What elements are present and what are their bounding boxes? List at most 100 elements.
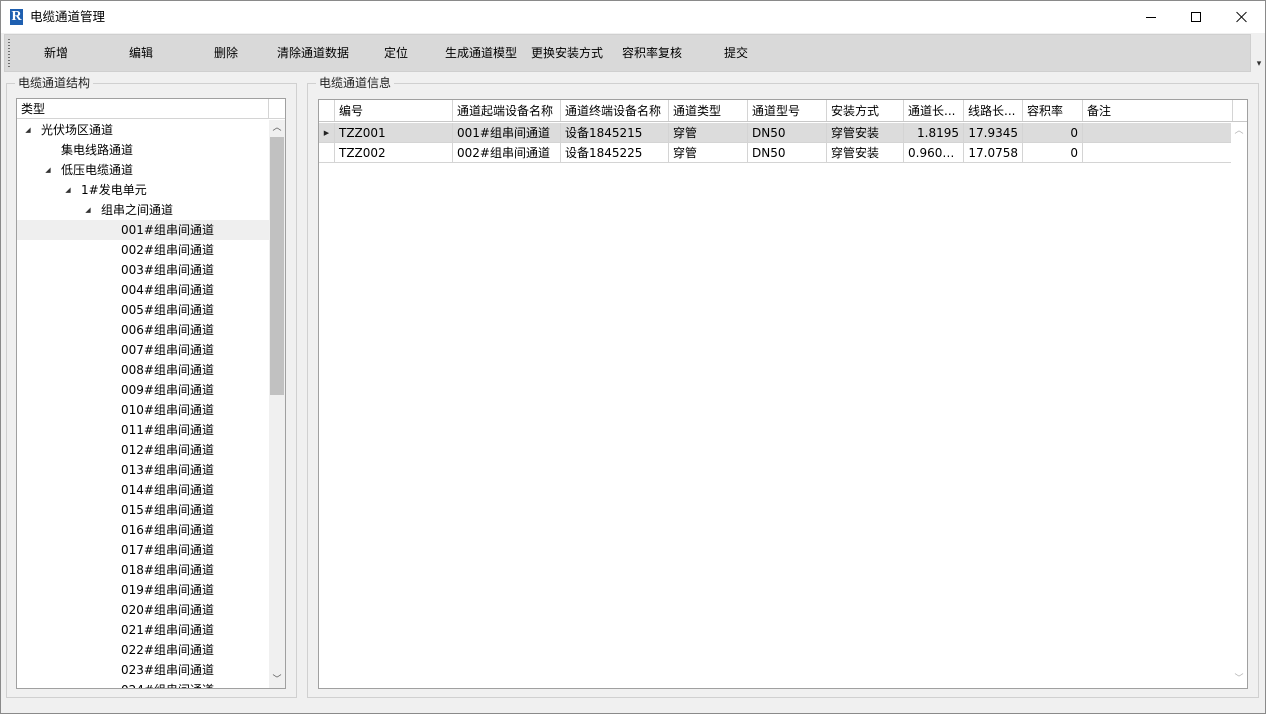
tree-node[interactable]: 021#组串间通道	[17, 620, 269, 640]
edit-button[interactable]: 编辑	[127, 44, 155, 62]
tree-node[interactable]: 014#组串间通道	[17, 480, 269, 500]
tree-node-label: 光伏场区通道	[41, 123, 114, 137]
col-channel-type-header[interactable]: 通道类型	[669, 100, 748, 121]
col-install-method-cell[interactable]: 穿管安装	[827, 143, 904, 162]
col-id-cell[interactable]: TZZ002	[335, 143, 453, 162]
col-id-header[interactable]: 编号	[335, 100, 453, 121]
clear-channel-data-button[interactable]: 清除通道数据	[277, 44, 349, 62]
col-channel-model-header[interactable]: 通道型号	[748, 100, 827, 121]
current-row-icon[interactable]: ▶	[319, 123, 335, 142]
col-id-cell[interactable]: TZZ001	[335, 123, 453, 142]
fill-ratio-review-button[interactable]: 容积率复核	[622, 44, 682, 62]
col-channel-type-cell[interactable]: 穿管	[669, 123, 748, 142]
tree-node[interactable]: 005#组串间通道	[17, 300, 269, 320]
tree-node[interactable]: 011#组串间通道	[17, 420, 269, 440]
close-button[interactable]	[1219, 1, 1265, 33]
tree-node[interactable]: 023#组串间通道	[17, 660, 269, 680]
delete-button[interactable]: 删除	[212, 44, 240, 62]
cable-channel-window: R 电缆通道管理 新增 编辑 删除 清除通道数据 定位 生成通道模型 更换安装方…	[0, 0, 1266, 714]
tree-node[interactable]: ◢ 组串之间通道	[17, 200, 269, 220]
toolbar-grip-icon[interactable]	[8, 39, 10, 67]
expand-arrow-icon[interactable]: ◢	[83, 200, 93, 220]
col-end-device-cell[interactable]: 设备1845215	[561, 123, 669, 142]
col-channel-model-cell[interactable]: DN50	[748, 123, 827, 142]
grid-scrollbar[interactable]: ︿ ﹀	[1231, 123, 1247, 688]
tree-node-label: 019#组串间通道	[121, 583, 214, 597]
col-fill-ratio-header[interactable]: 容积率	[1023, 100, 1083, 121]
change-install-method-button[interactable]: 更换安装方式	[531, 44, 603, 62]
revit-app-icon: R	[10, 9, 23, 25]
col-channel-length-header[interactable]: 通道长...	[904, 100, 964, 121]
tree-node[interactable]: 集电线路通道	[17, 140, 269, 160]
col-line-length-cell[interactable]: 17.0758	[964, 143, 1023, 162]
col-install-method-cell[interactable]: 穿管安装	[827, 123, 904, 142]
tree-node[interactable]: 015#组串间通道	[17, 500, 269, 520]
expand-arrow-icon[interactable]: ◢	[63, 180, 73, 200]
col-fill-ratio-cell[interactable]: 0	[1023, 123, 1083, 142]
tree-node[interactable]: ◢ 低压电缆通道	[17, 160, 269, 180]
locate-button[interactable]: 定位	[382, 44, 410, 62]
toolbar-overflow-icon[interactable]: ▾	[1254, 57, 1264, 71]
tree-node[interactable]: ◢ 光伏场区通道	[17, 120, 269, 140]
tree-node[interactable]: 002#组串间通道	[17, 240, 269, 260]
tree-node-label: 022#组串间通道	[121, 643, 214, 657]
col-line-length-header[interactable]: 线路长...	[964, 100, 1023, 121]
col-channel-length-cell[interactable]: 1.8195	[904, 123, 964, 142]
minimize-button[interactable]	[1128, 1, 1174, 33]
col-end-device-cell[interactable]: 设备1845225	[561, 143, 669, 162]
tree-scroll-thumb[interactable]	[270, 137, 284, 395]
col-remarks-cell[interactable]	[1083, 123, 1233, 142]
tree-node[interactable]: 019#组串间通道	[17, 580, 269, 600]
tree-column-type[interactable]: 类型	[21, 101, 45, 117]
maximize-button[interactable]	[1173, 1, 1219, 33]
tree-node[interactable]: 009#组串间通道	[17, 380, 269, 400]
tree-scrollbar[interactable]: ︿ ﹀	[269, 120, 285, 688]
channel-tree[interactable]: 类型 ◢ 光伏场区通道集电线路通道 ◢ 低压电缆通道 ◢ 1#发电单元 ◢ 组串之间通道 001…	[16, 98, 286, 689]
col-install-method-header[interactable]: 安装方式	[827, 100, 904, 121]
tree-node[interactable]: 003#组串间通道	[17, 260, 269, 280]
table-row[interactable]: TZZ002 002#组串间通道 设备1845225 穿管 DN50 穿管安装 0.9608…	[319, 143, 1247, 163]
row-selector[interactable]	[319, 143, 335, 162]
header-corner	[319, 100, 335, 121]
tree-node[interactable]: 012#组串间通道	[17, 440, 269, 460]
col-channel-model-cell[interactable]: DN50	[748, 143, 827, 162]
scroll-up-icon[interactable]: ︿	[269, 120, 285, 136]
add-button[interactable]: 新增	[42, 44, 70, 62]
tree-node[interactable]: 001#组串间通道	[17, 220, 269, 240]
col-remarks-header[interactable]: 备注	[1083, 100, 1233, 121]
tree-node[interactable]: 007#组串间通道	[17, 340, 269, 360]
tree-node[interactable]: 024#组串间通道	[17, 680, 269, 688]
col-remarks-cell[interactable]	[1083, 143, 1233, 162]
expand-arrow-icon[interactable]: ◢	[43, 160, 53, 180]
col-start-device-cell[interactable]: 001#组串间通道	[453, 123, 561, 142]
table-row[interactable]: ▶ TZZ001 001#组串间通道 设备1845215 穿管 DN50 穿管安装 1.819…	[319, 123, 1247, 143]
submit-button[interactable]: 提交	[722, 44, 750, 62]
col-fill-ratio-cell[interactable]: 0	[1023, 143, 1083, 162]
tree-node[interactable]: ◢ 1#发电单元	[17, 180, 269, 200]
expand-arrow-icon[interactable]: ◢	[23, 120, 33, 140]
tree-node[interactable]: 013#组串间通道	[17, 460, 269, 480]
col-line-length-cell[interactable]: 17.9345	[964, 123, 1023, 142]
col-channel-type-cell[interactable]: 穿管	[669, 143, 748, 162]
title-bar[interactable]: R 电缆通道管理	[1, 1, 1265, 33]
scroll-down-icon[interactable]: ﹀	[269, 672, 285, 688]
tree-node[interactable]: 006#组串间通道	[17, 320, 269, 340]
tree-node-label: 017#组串间通道	[121, 543, 214, 557]
tree-node[interactable]: 018#组串间通道	[17, 560, 269, 580]
tree-node[interactable]: 004#组串间通道	[17, 280, 269, 300]
generate-channel-model-button[interactable]: 生成通道模型	[445, 44, 517, 62]
col-start-device-header[interactable]: 通道起端设备名称	[453, 100, 561, 121]
col-channel-length-cell[interactable]: 0.9608...	[904, 143, 964, 162]
grid-scroll-up-icon[interactable]: ︿	[1231, 123, 1247, 139]
tree-node[interactable]: 022#组串间通道	[17, 640, 269, 660]
tree-node-label: 010#组串间通道	[121, 403, 214, 417]
grid-scroll-down-icon[interactable]: ﹀	[1231, 671, 1247, 687]
tree-node[interactable]: 016#组串间通道	[17, 520, 269, 540]
tree-node[interactable]: 008#组串间通道	[17, 360, 269, 380]
channel-info-grid[interactable]: 编号 通道起端设备名称 通道终端设备名称 通道类型 通道型号 安装方式 通道长... 线路长.…	[318, 99, 1248, 689]
tree-node[interactable]: 010#组串间通道	[17, 400, 269, 420]
tree-node[interactable]: 017#组串间通道	[17, 540, 269, 560]
col-end-device-header[interactable]: 通道终端设备名称	[561, 100, 669, 121]
col-start-device-cell[interactable]: 002#组串间通道	[453, 143, 561, 162]
tree-node[interactable]: 020#组串间通道	[17, 600, 269, 620]
